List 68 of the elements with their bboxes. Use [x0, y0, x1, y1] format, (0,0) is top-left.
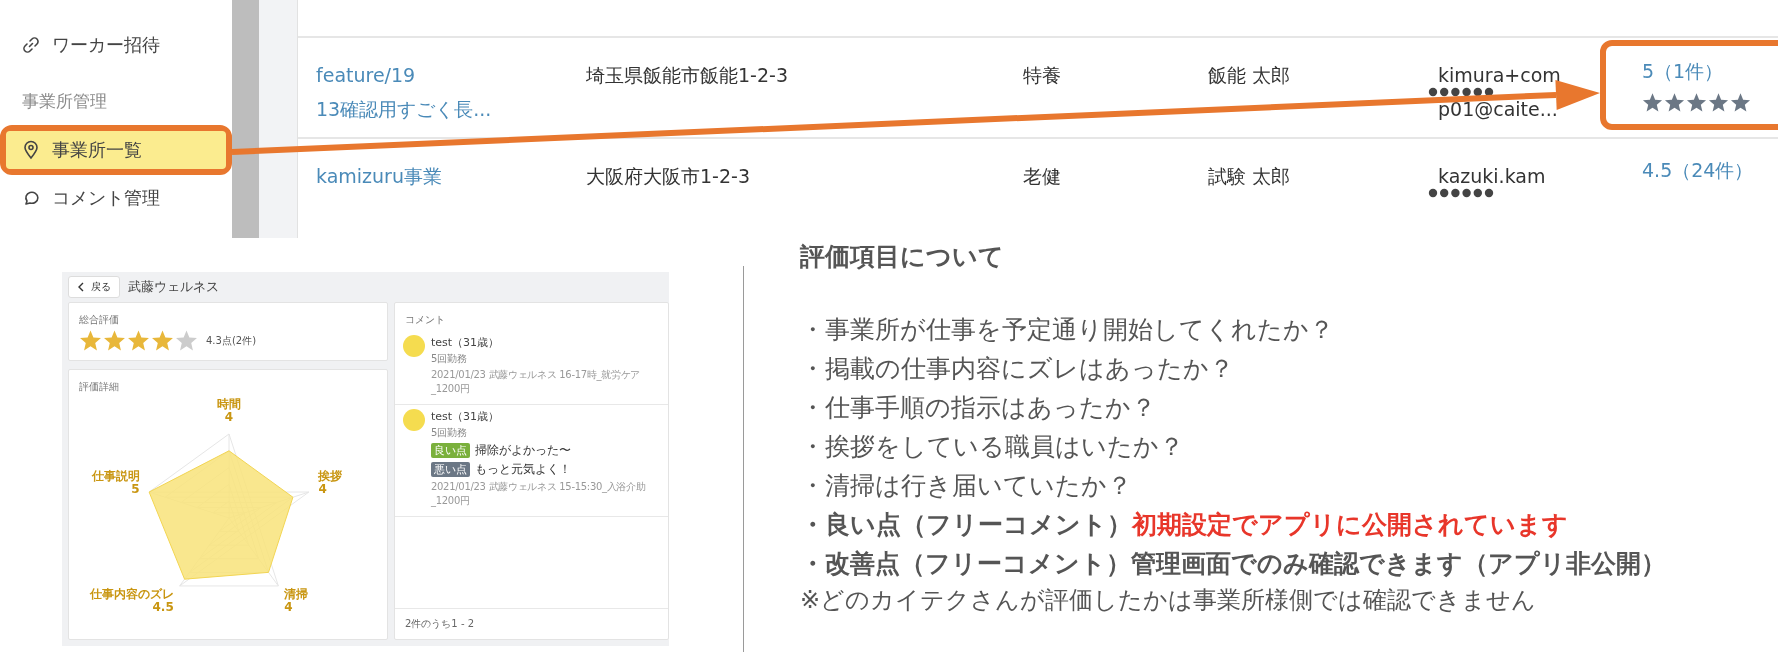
sidebar-item[interactable]: 事業所一覧	[6, 131, 226, 169]
axis-value: 4.5	[152, 599, 174, 614]
list-item: ・挨拶をしている職員はいたか？	[800, 431, 1185, 463]
card-title: 総合評価	[79, 313, 120, 327]
footnote: ※どのカイテクさんが評価したかは事業所様側では確認できません	[800, 585, 1538, 616]
remark-tag: 悪い点	[431, 462, 470, 477]
avatar	[403, 335, 425, 357]
star-icon	[151, 329, 174, 352]
list-item: ・清掃は行き届いていたか？	[800, 470, 1133, 502]
list-item: ・改善点（フリーコメント）管理画面でのみ確認できます（アプリ非公開）	[800, 548, 1666, 580]
star-icon	[103, 329, 126, 352]
table-cell-text: 試験 太郎	[1208, 164, 1292, 189]
facility-link[interactable]: feature/19 13確認用すごく長...	[298, 38, 566, 137]
remark-text: 掃除がよかった〜	[475, 442, 571, 459]
axis-label: 時間	[217, 397, 241, 411]
card-title: コメント	[404, 313, 446, 327]
author-name: test（31歳）	[431, 409, 501, 424]
avatar	[403, 409, 425, 431]
star-icon	[1642, 92, 1663, 113]
axis-value: 5	[131, 482, 140, 497]
axis-value: 4	[284, 599, 293, 614]
axis-value: 4	[318, 482, 327, 497]
email-text: kimura+com p01@caite...	[1437, 63, 1561, 122]
remark-tag: 良い点	[431, 443, 470, 458]
axis-label: 挨拶	[318, 469, 343, 484]
list-item: ・良い点（フリーコメント）初期設定でアプリに公開されています	[800, 509, 1569, 541]
back-button[interactable]: 戻る	[68, 276, 120, 298]
star-icon	[1664, 92, 1685, 113]
link-icon	[22, 36, 40, 54]
axis-value: 4	[224, 410, 234, 424]
score-text: 4.3点(2件)	[206, 333, 257, 348]
author-name: test（31歳）	[431, 335, 501, 350]
section-heading: 事業所管理	[21, 90, 108, 113]
axis-label: 清掃	[284, 586, 309, 601]
sidebar-item[interactable]: コメント管理	[0, 177, 232, 219]
comment-meta: 2021/01/23 武藤ウェルネス 15-15:30_入浴介助_1200円	[431, 480, 647, 508]
rating-link[interactable]: 4.5（24件）	[1642, 153, 1754, 187]
speech-bubble-icon	[22, 189, 40, 207]
remark-text: もっと元気よく！	[475, 461, 571, 478]
pagination-text: 2件のうち1 - 2	[395, 608, 668, 639]
heading: 評価項目について	[800, 241, 1005, 273]
location-pin-icon	[22, 140, 40, 160]
list-item: ・掲載の仕事内容にズレはあったか？	[800, 353, 1235, 385]
list-item: ・事業所が仕事を予定通り開始してくれたか？	[800, 314, 1335, 346]
visit-count: 5回勤務	[431, 426, 469, 440]
page-title: 武藤ウェルネス	[128, 278, 219, 296]
star-icon	[1730, 92, 1751, 113]
star-icon	[79, 329, 102, 352]
axis-label: 仕事説明	[91, 469, 140, 484]
table-cell-text: 老健	[1023, 164, 1062, 189]
star-icon	[175, 329, 198, 352]
card-title: 評価詳細	[79, 380, 120, 394]
rating-link[interactable]: 5（1件）	[1642, 54, 1724, 88]
facility-link[interactable]: kamizuru事業	[298, 139, 566, 238]
table-cell-text: 飯能 太郎	[1208, 63, 1292, 88]
star-icon	[1686, 92, 1707, 113]
email-text: kazuki.kam	[1437, 164, 1546, 189]
visit-count: 5回勤務	[431, 352, 469, 366]
sidebar-item[interactable]: ワーカー招待	[0, 24, 232, 66]
table-cell-text: 大阪府大阪市1-2-3	[585, 164, 751, 189]
star-icon	[1708, 92, 1729, 113]
star-icon	[127, 329, 150, 352]
table-cell-text: 特養	[1023, 63, 1062, 88]
list-item: ・仕事手順の指示はあったか？	[800, 392, 1157, 424]
comment-meta: 2021/01/23 武藤ウェルネス 16-17時_就労ケア_1200円	[431, 368, 642, 396]
chevron-left-icon	[77, 282, 85, 292]
axis-label: 仕事内容のズレ	[89, 586, 174, 601]
table-cell-text: 埼玉県飯能市飯能1-2-3	[585, 63, 789, 88]
